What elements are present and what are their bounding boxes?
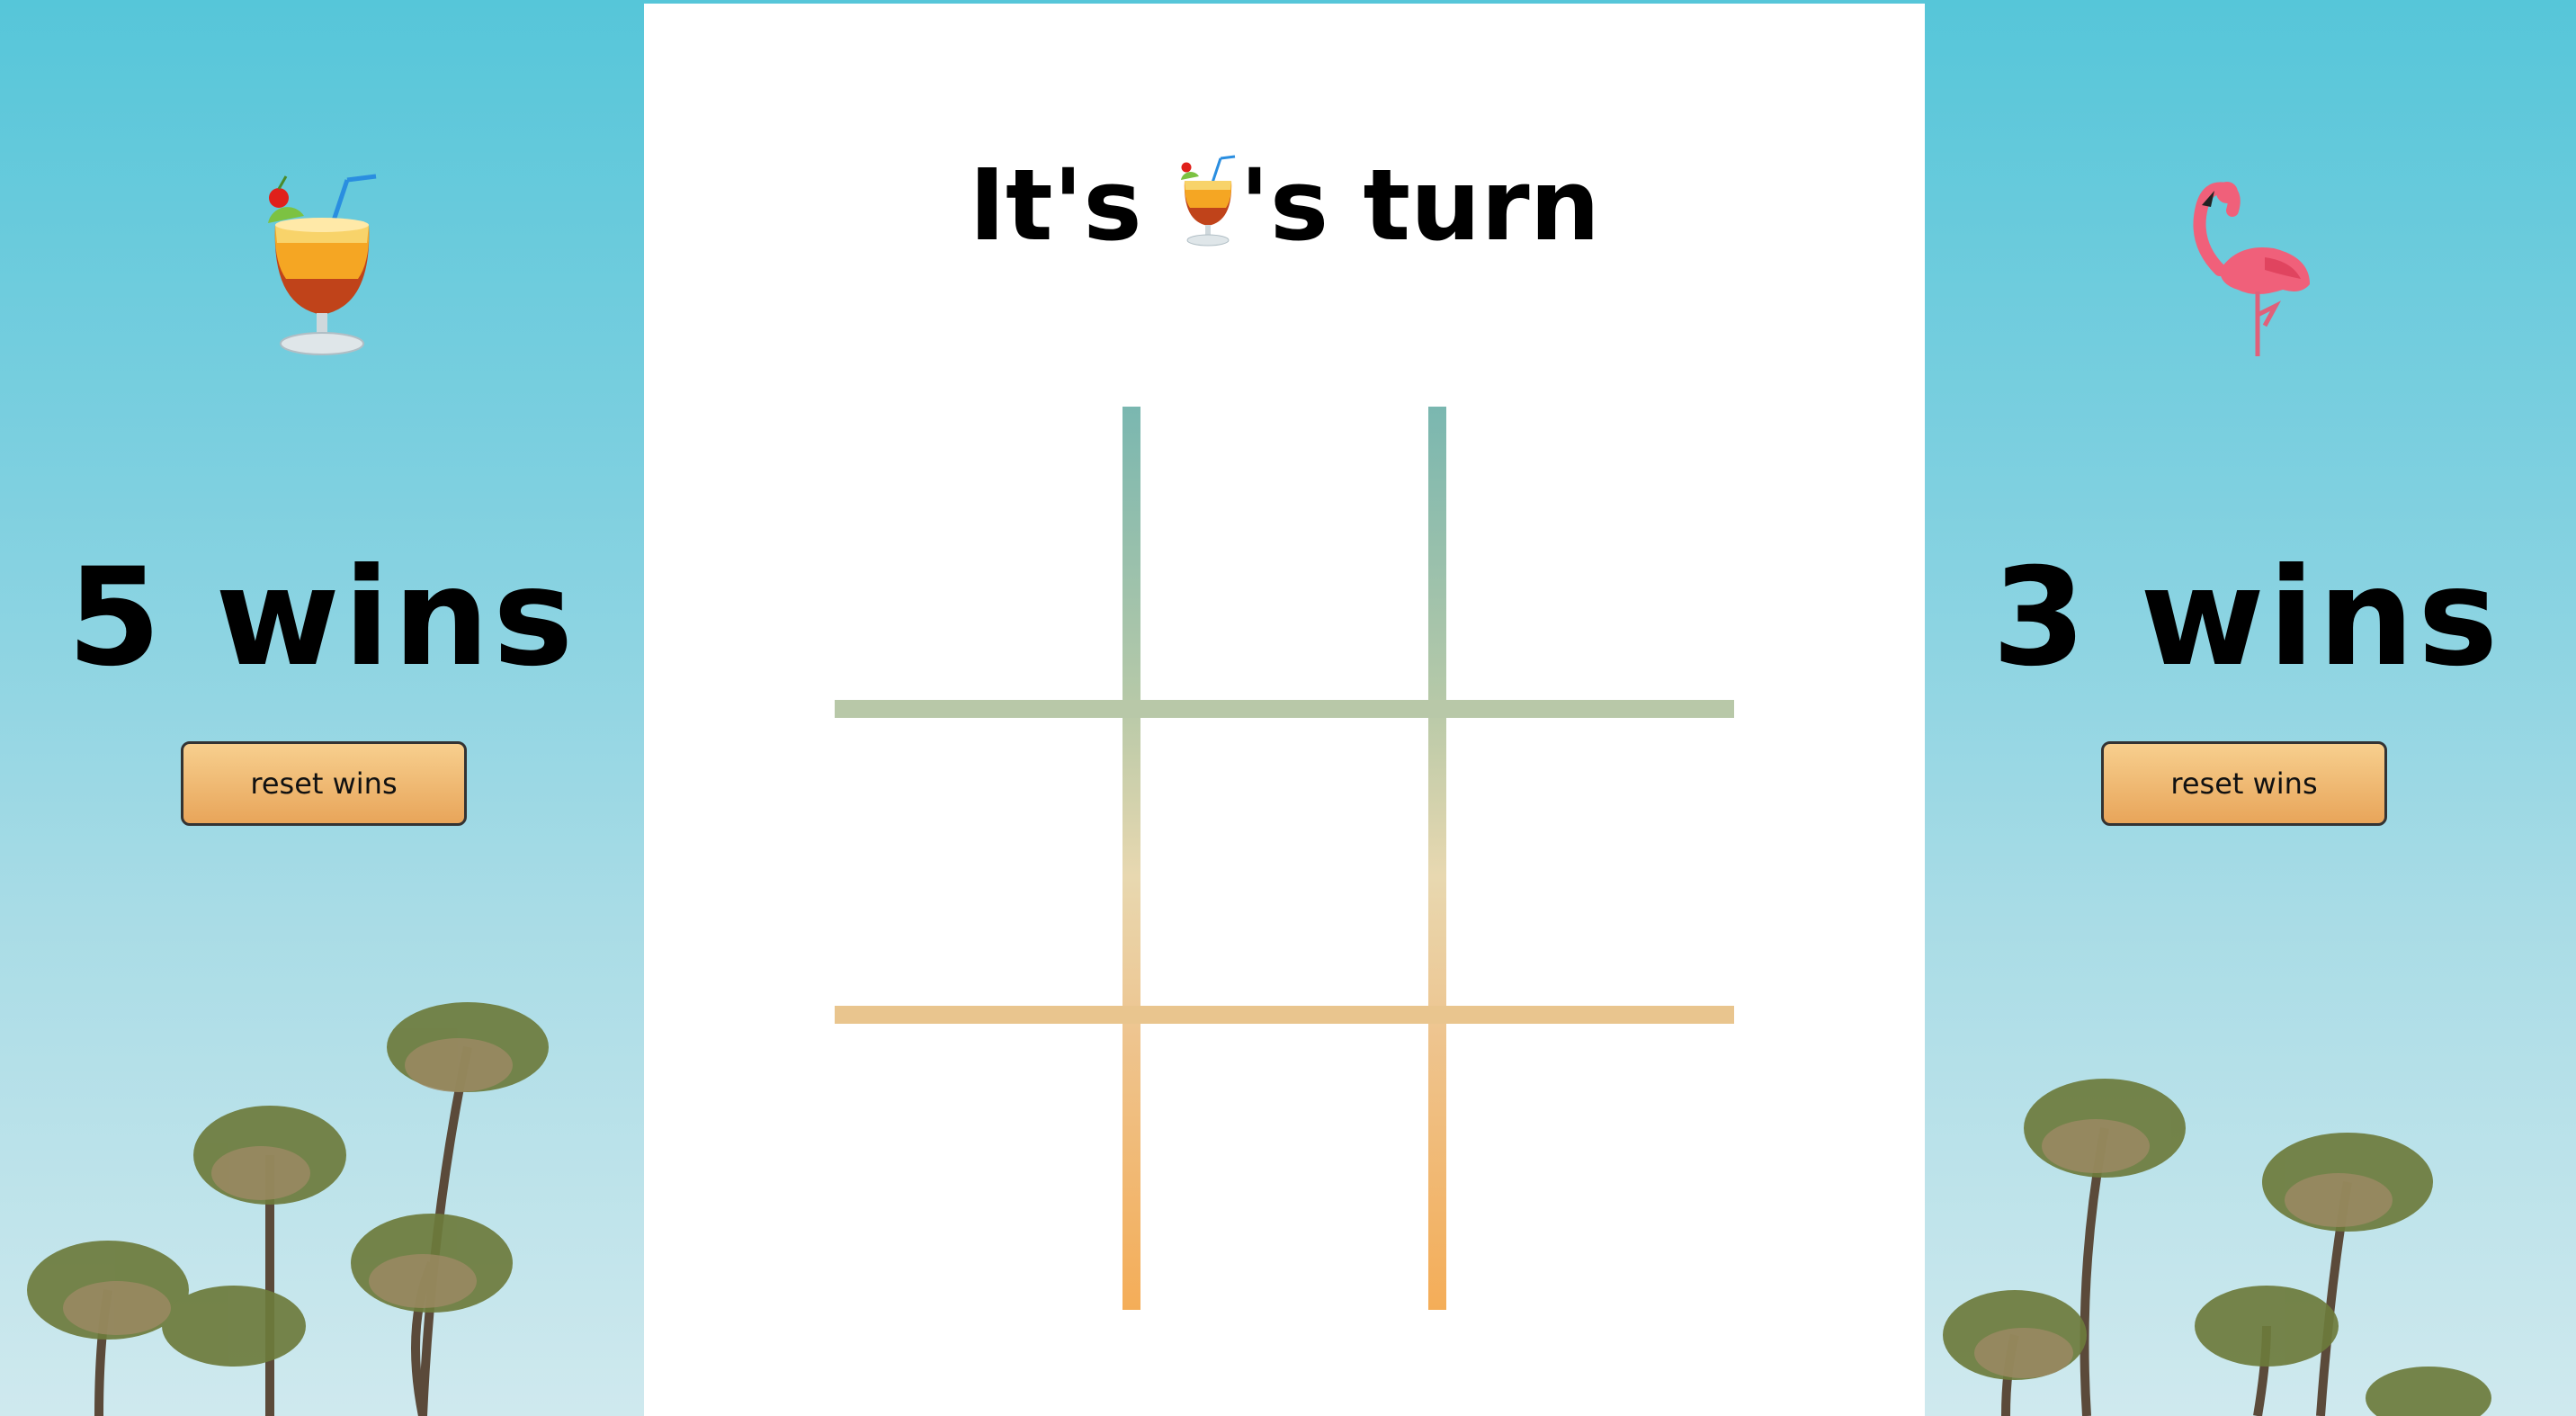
board-cell-7[interactable] <box>835 1024 1123 1312</box>
board-cell-6[interactable] <box>1446 718 1734 1006</box>
board-cell-5[interactable] <box>1140 718 1428 1006</box>
game-board-card: It's 's turn <box>644 4 1925 1416</box>
palm-trees-left <box>27 1002 549 1416</box>
board-cell-9[interactable] <box>1446 1024 1734 1312</box>
board-cell-1[interactable] <box>835 407 1123 695</box>
player-two-wins: 3 wins <box>1991 540 2502 696</box>
tic-tac-toe-board <box>835 407 1734 1310</box>
grid-line-vertical-right <box>1428 407 1446 1310</box>
game-page: 5 wins reset wins It's 's turn 3 wins re… <box>0 0 2576 1416</box>
palm-trees-right <box>1943 1079 2491 1416</box>
turn-prefix: It's <box>969 148 1177 263</box>
player-two-reset-wins-button[interactable]: reset wins <box>2101 741 2387 826</box>
board-cell-8[interactable] <box>1140 1024 1428 1312</box>
board-cell-4[interactable] <box>835 718 1123 1006</box>
flamingo-icon <box>1925 171 2569 387</box>
board-cell-2[interactable] <box>1140 407 1428 695</box>
grid-line-vertical-left <box>1123 407 1140 1310</box>
player-one-reset-wins-button[interactable]: reset wins <box>181 741 467 826</box>
tropical-drink-icon <box>0 171 644 387</box>
turn-suffix: 's turn <box>1239 148 1600 263</box>
player-one-panel: 5 wins reset wins <box>0 0 644 1416</box>
board-cell-3[interactable] <box>1446 407 1734 695</box>
player-two-panel: 3 wins reset wins <box>1925 0 2569 1416</box>
player-one-wins: 5 wins <box>67 540 577 696</box>
tropical-drink-icon <box>1176 154 1239 272</box>
grid-line-horizontal-bottom <box>835 1006 1734 1024</box>
turn-indicator: It's 's turn <box>644 148 1925 272</box>
grid-line-horizontal-top <box>835 700 1734 718</box>
